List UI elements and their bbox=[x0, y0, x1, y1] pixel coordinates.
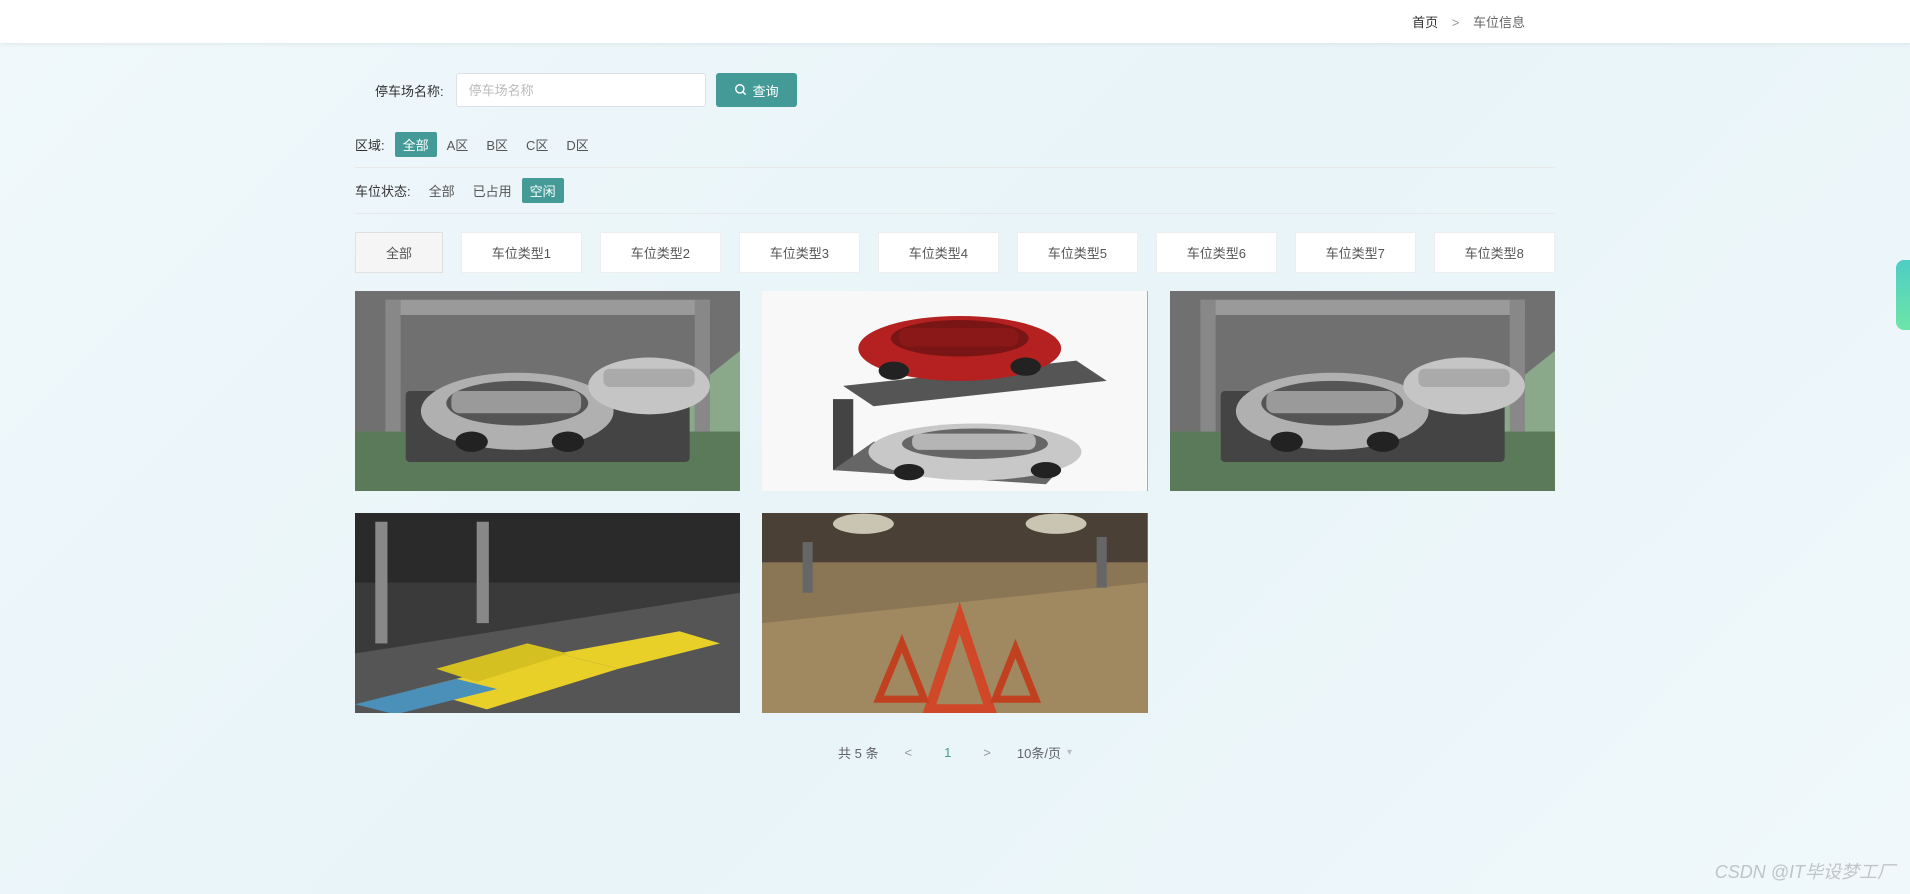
pagination: 共 5 条 < 1 > 10条/页 ▾ bbox=[355, 743, 1555, 802]
search-label: 停车场名称: bbox=[375, 81, 444, 100]
breadcrumb-home[interactable]: 首页 bbox=[1412, 15, 1438, 30]
filter-status-occupied[interactable]: 已占用 bbox=[465, 178, 520, 203]
pagination-total: 共 5 条 bbox=[838, 743, 878, 762]
watermark: CSDN @IT毕设梦工厂 bbox=[1715, 858, 1895, 884]
tab-type-8[interactable]: 车位类型8 bbox=[1434, 232, 1555, 273]
filter-region-b[interactable]: B区 bbox=[478, 132, 516, 157]
filter-region-c[interactable]: C区 bbox=[518, 132, 556, 157]
pagination-next[interactable]: > bbox=[977, 743, 997, 762]
tab-type-1[interactable]: 车位类型1 bbox=[461, 232, 582, 273]
search-button[interactable]: 查询 bbox=[716, 73, 797, 107]
parking-card-2[interactable] bbox=[762, 291, 1147, 491]
tab-all[interactable]: 全部 bbox=[355, 232, 443, 273]
parking-image-3 bbox=[1170, 291, 1555, 491]
parking-image-1 bbox=[355, 291, 740, 491]
breadcrumb: 首页 > 车位信息 bbox=[355, 12, 1555, 31]
filter-region-a[interactable]: A区 bbox=[439, 132, 477, 157]
search-button-label: 查询 bbox=[753, 81, 779, 100]
parking-image-4 bbox=[355, 513, 740, 713]
tab-type-7[interactable]: 车位类型7 bbox=[1295, 232, 1416, 273]
filter-status-options: 全部 已占用 空闲 bbox=[421, 178, 564, 203]
filter-region-label: 区域: bbox=[355, 135, 385, 154]
parking-card-5[interactable] bbox=[762, 513, 1147, 713]
breadcrumb-current: 车位信息 bbox=[1473, 15, 1525, 30]
parking-card-3[interactable] bbox=[1170, 291, 1555, 491]
type-tabs: 全部 车位类型1 车位类型2 车位类型3 车位类型4 车位类型5 车位类型6 车… bbox=[355, 232, 1555, 273]
filter-status-idle[interactable]: 空闲 bbox=[522, 178, 564, 203]
pagination-pagesize-label: 10条/页 bbox=[1017, 743, 1061, 762]
pagination-prev[interactable]: < bbox=[898, 743, 918, 762]
search-row: 停车场名称: 查询 bbox=[355, 63, 1555, 122]
tab-type-5[interactable]: 车位类型5 bbox=[1017, 232, 1138, 273]
parking-card-4[interactable] bbox=[355, 513, 740, 713]
side-feedback-tab[interactable] bbox=[1896, 260, 1910, 330]
filter-status-row: 车位状态: 全部 已占用 空闲 bbox=[355, 168, 1555, 214]
filter-region-d[interactable]: D区 bbox=[558, 132, 596, 157]
top-bar: 首页 > 车位信息 bbox=[0, 0, 1910, 43]
parking-image-5 bbox=[762, 513, 1147, 713]
pagination-pagesize[interactable]: 10条/页 ▾ bbox=[1017, 743, 1072, 762]
filter-region-all[interactable]: 全部 bbox=[395, 132, 437, 157]
chevron-down-icon: ▾ bbox=[1067, 747, 1072, 758]
filter-region-row: 区域: 全部 A区 B区 C区 D区 bbox=[355, 122, 1555, 168]
filter-region-options: 全部 A区 B区 C区 D区 bbox=[395, 132, 597, 157]
pagination-page-1[interactable]: 1 bbox=[938, 743, 957, 762]
parking-image-2 bbox=[762, 291, 1147, 491]
tab-type-4[interactable]: 车位类型4 bbox=[878, 232, 999, 273]
tab-type-3[interactable]: 车位类型3 bbox=[739, 232, 860, 273]
filter-status-label: 车位状态: bbox=[355, 181, 411, 200]
tab-type-6[interactable]: 车位类型6 bbox=[1156, 232, 1277, 273]
parking-card-1[interactable] bbox=[355, 291, 740, 491]
parking-grid bbox=[355, 291, 1555, 713]
tab-type-2[interactable]: 车位类型2 bbox=[600, 232, 721, 273]
search-input[interactable] bbox=[456, 73, 706, 107]
filter-status-all[interactable]: 全部 bbox=[421, 178, 463, 203]
breadcrumb-separator: > bbox=[1452, 15, 1460, 30]
search-icon bbox=[734, 83, 748, 97]
